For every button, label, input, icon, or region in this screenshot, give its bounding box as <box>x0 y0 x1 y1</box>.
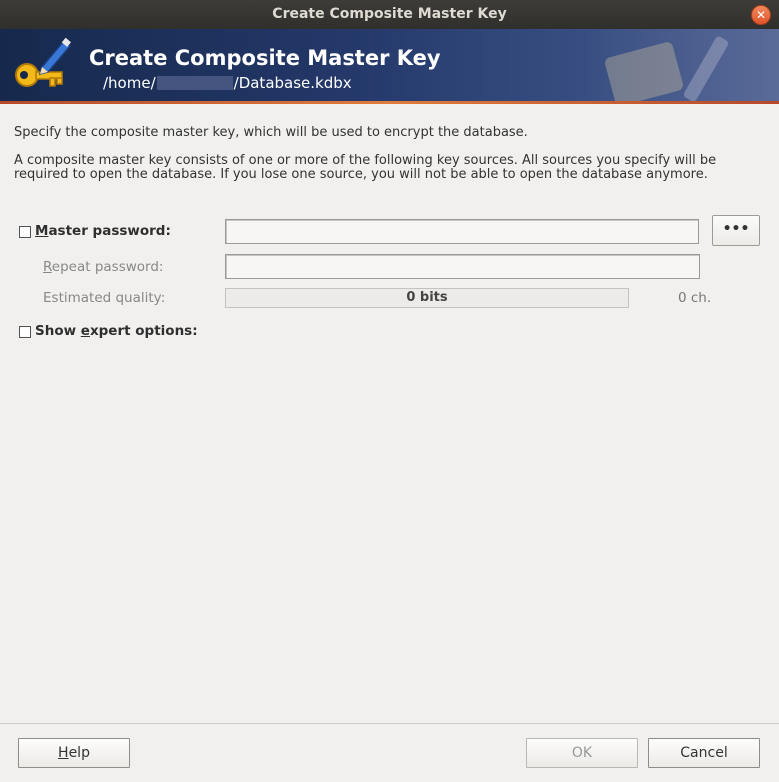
master-key-icon <box>15 37 72 87</box>
show-password-button[interactable]: ••• <box>712 215 760 246</box>
header-banner: Create Composite Master Key /home/ /Datab… <box>0 29 779 104</box>
window-titlebar: Create Composite Master Key ✕ <box>0 0 779 29</box>
show-expert-options-label[interactable]: Show expert options: <box>35 323 198 339</box>
help-button[interactable]: Help <box>18 738 130 768</box>
repeat-password-input[interactable] <box>225 254 700 279</box>
path-suffix: /Database.kdbx <box>233 74 352 92</box>
char-count: 0 ch. <box>678 290 712 306</box>
redacted-username <box>156 76 233 90</box>
description-line-1: A composite master key consists of one o… <box>14 153 717 168</box>
ok-button[interactable]: OK <box>526 738 638 768</box>
cancel-button[interactable]: Cancel <box>648 738 760 768</box>
database-path: /home/ /Database.kdbx <box>103 74 352 92</box>
master-password-input[interactable] <box>225 219 699 244</box>
close-button[interactable]: ✕ <box>751 5 771 25</box>
estimated-quality-label: Estimated quality: <box>43 290 166 306</box>
description-line-2: required to open the database. If you lo… <box>14 167 708 182</box>
banner-title: Create Composite Master Key <box>89 46 441 70</box>
master-password-label[interactable]: Master password: <box>35 223 171 239</box>
description-intro: Specify the composite master key, which … <box>14 125 528 140</box>
quality-bar: 0 bits <box>225 288 629 308</box>
path-prefix: /home/ <box>103 74 156 92</box>
banner-watermark-icon <box>605 36 729 104</box>
window-title: Create Composite Master Key <box>272 6 507 22</box>
footer-separator <box>0 723 779 724</box>
show-expert-options-checkbox[interactable] <box>19 326 31 338</box>
master-password-checkbox[interactable] <box>19 226 31 238</box>
repeat-password-label: Repeat password: <box>43 259 164 275</box>
